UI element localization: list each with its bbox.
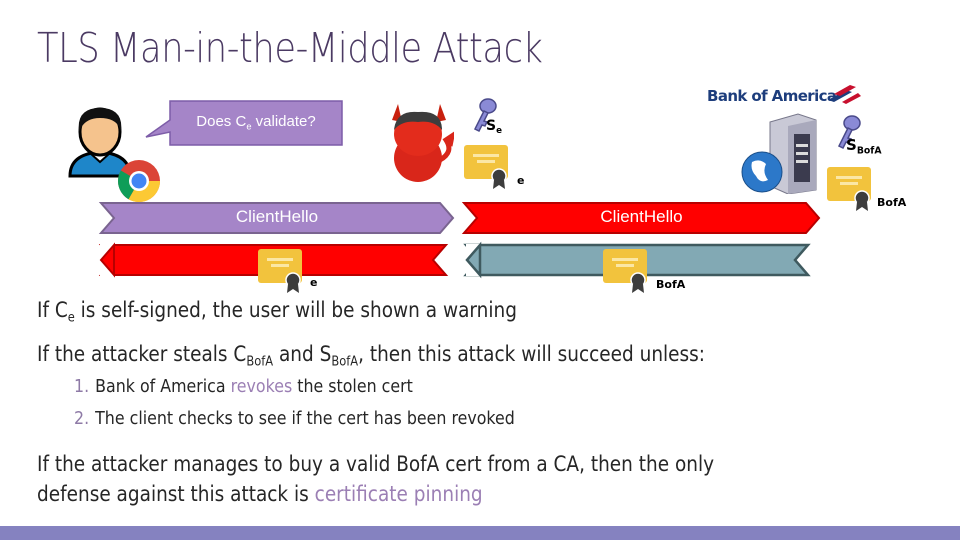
list-item-2: 2. The client checks to see if the cert h… [74,408,515,429]
certificate-icon [464,145,508,189]
attacker-key-label: Se [486,118,502,137]
attacker-cert-label: e [517,174,525,187]
speech-bubble: Does Ce validate? [145,100,343,146]
arrow-certificate-icon-e [258,249,302,293]
text-line-buy-cert: If the attacker manages to buy a valid B… [37,452,715,476]
text-line-pinning: defense against this attack is certifica… [37,482,483,506]
arrow-cert-label-bofa: BofA [656,278,686,291]
text-line-steals: If the attacker steals CBofA and SBofA, … [37,342,706,370]
arrow-label-clienthello-1: ClientHello [235,207,319,226]
bank-key-label: SBofA [846,136,882,157]
devil-attacker-icon [392,104,454,182]
bofa-logo-text: Bank of America [707,87,837,105]
arrow-cert-label-e: e [310,276,318,289]
speech-bubble-text: Does Ce validate? [196,113,316,132]
chrome-icon [117,160,160,203]
text-line-self-signed: If Ce is self-signed, the user will be s… [37,298,517,326]
arrow-certificate-icon-bofa [603,249,647,293]
list-item-1: 1. Bank of America revokes the stolen cer… [74,376,413,397]
bottom-accent-bar [0,526,960,540]
arrow-label-clienthello-2: ClientHello [600,207,683,226]
server-globe-icon [741,113,817,194]
bofa-flag-icon [828,85,861,104]
slide-title: TLS Man-in-the-Middle Attack [37,24,543,72]
